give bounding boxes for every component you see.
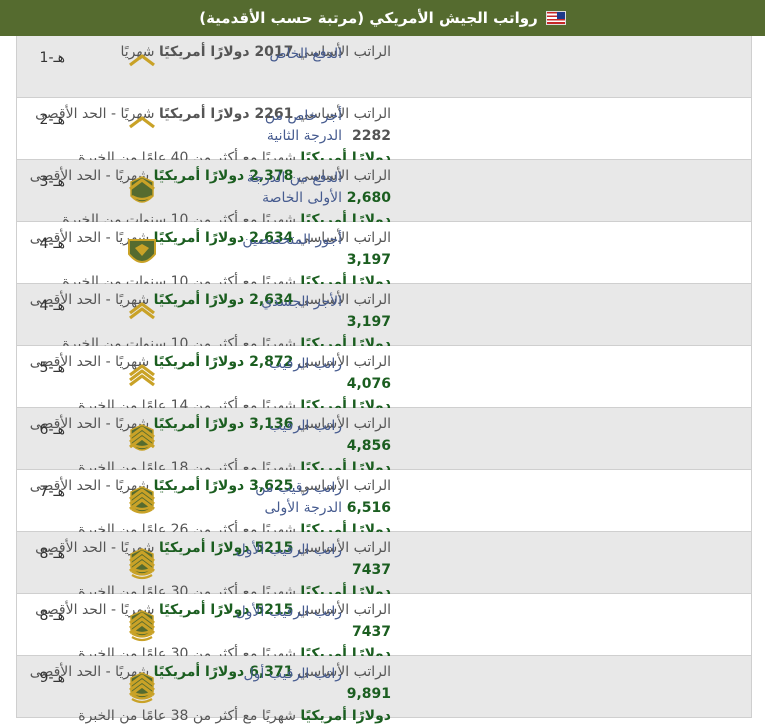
page-title: رواتب الجيش الأمريكي (مرتبة حسب الأقدمية…	[199, 9, 538, 27]
pay-amount: 7437	[352, 624, 391, 640]
pay-grade: هـ-5	[39, 360, 65, 376]
pay-amount: 7437	[352, 562, 391, 578]
sergeant-first-class-icon	[125, 484, 159, 518]
private-second-class-icon	[125, 112, 159, 146]
pay-grade: هـ-4	[39, 236, 65, 252]
corporal-chevron-icon	[125, 298, 159, 332]
pay-amount: 2,680	[346, 190, 391, 206]
pay-grade: هـ-2	[39, 112, 65, 128]
rank-pay-title[interactable]: الدفع من الدرجة الأولى الخاصة	[227, 168, 342, 208]
pay-grade: هـ-8	[39, 546, 65, 562]
table-row: الراتب الأساسي 2017 دولارًا أمريكيًا شهر…	[17, 36, 751, 98]
specialist-eagle-icon	[125, 236, 159, 270]
table-row: الراتب الأساسي 2,378 دولارًا أمريكيًا شه…	[17, 160, 751, 228]
table-row: الراتب الأساسي 5215 دولارًا أمريكيًا شهر…	[17, 594, 751, 662]
pay-amount: 6,516	[346, 500, 391, 516]
pay-grade: هـ-3	[39, 174, 65, 190]
pay-amount: 4,856	[346, 438, 391, 454]
pay-amount: دولارًا أمريكيًا	[300, 708, 391, 724]
page-header: رواتب الجيش الأمريكي (مرتبة حسب الأقدمية…	[0, 0, 765, 36]
pay-grade: هـ-9	[39, 670, 65, 686]
first-sergeant-icon	[125, 608, 159, 642]
rank-pay-title[interactable]: راتب رقيب من الدرجة الأولى	[227, 478, 342, 518]
pay-amount: 3,197	[346, 314, 391, 330]
pay-table: الراتب الأساسي 2017 دولارًا أمريكيًا شهر…	[16, 36, 752, 724]
table-row: الراتب الأساسي 2,634 دولارًا أمريكيًا شه…	[17, 222, 751, 290]
pay-amount: 4,076	[346, 376, 391, 392]
rank-pay-title[interactable]: الأجر الجسدي	[227, 292, 342, 312]
rank-pay-title[interactable]: أجور المتخصصين	[227, 230, 342, 250]
table-row: الراتب الأساسي 2,872 دولارًا أمريكيًا شه…	[17, 346, 751, 414]
pay-text: شهريًا مع أكثر من 38 عامًا من الخبرة	[78, 708, 301, 724]
pay-grade: هـ-8	[39, 608, 65, 624]
master-sergeant-icon	[125, 546, 159, 580]
table-row: الراتب الأساسي 6,371 دولارًا أمريكيًا شه…	[17, 656, 751, 724]
pay-amount: 3,197	[346, 252, 391, 268]
table-row: الراتب الأساسي 2,634 دولارًا أمريكيًا شه…	[17, 284, 751, 352]
rank-pay-title[interactable]: راتب الرقيب	[227, 416, 342, 436]
pay-line: دولارًا أمريكيًا شهريًا مع أكثر من 38 عا…	[29, 705, 391, 727]
private-first-class-icon	[125, 174, 159, 208]
sergeant-chevron-icon	[125, 360, 159, 394]
table-row: الراتب الأساسي 2261 دولارًا أمريكيًا شهر…	[17, 98, 751, 166]
pay-grade: هـ-7	[39, 484, 65, 500]
rank-pay-title[interactable]: راتب الرقيب أول	[227, 664, 342, 684]
pay-grade: هـ-6	[39, 422, 65, 438]
private-chevron-icon	[125, 50, 159, 84]
table-row: الراتب الأساسي 5215 دولارًا أمريكيًا شهر…	[17, 532, 751, 600]
pay-grade: هـ-4	[39, 298, 65, 314]
rank-pay-title[interactable]: الدفع الخاص	[227, 44, 342, 64]
us-flag-icon	[545, 11, 566, 25]
rank-pay-title[interactable]: راتب الرقيب	[227, 354, 342, 374]
table-row: الراتب الأساسي 3,136 دولارًا أمريكيًا شه…	[17, 408, 751, 476]
staff-sergeant-icon	[125, 422, 159, 456]
pay-amount: 9,891	[346, 686, 391, 702]
rank-pay-title[interactable]: أجر خاص من الدرجة الثانية	[227, 106, 342, 146]
sergeant-major-icon	[125, 670, 159, 704]
rank-pay-title[interactable]: راتب الرقيب الأول	[227, 602, 342, 622]
pay-amount: 2282	[352, 128, 391, 144]
table-row: الراتب الأساسي 3,625 دولارًا أمريكيًا شه…	[17, 470, 751, 538]
pay-grade: هـ-1	[39, 50, 65, 66]
rank-pay-title[interactable]: راتب الرقيب الأول	[227, 540, 342, 560]
